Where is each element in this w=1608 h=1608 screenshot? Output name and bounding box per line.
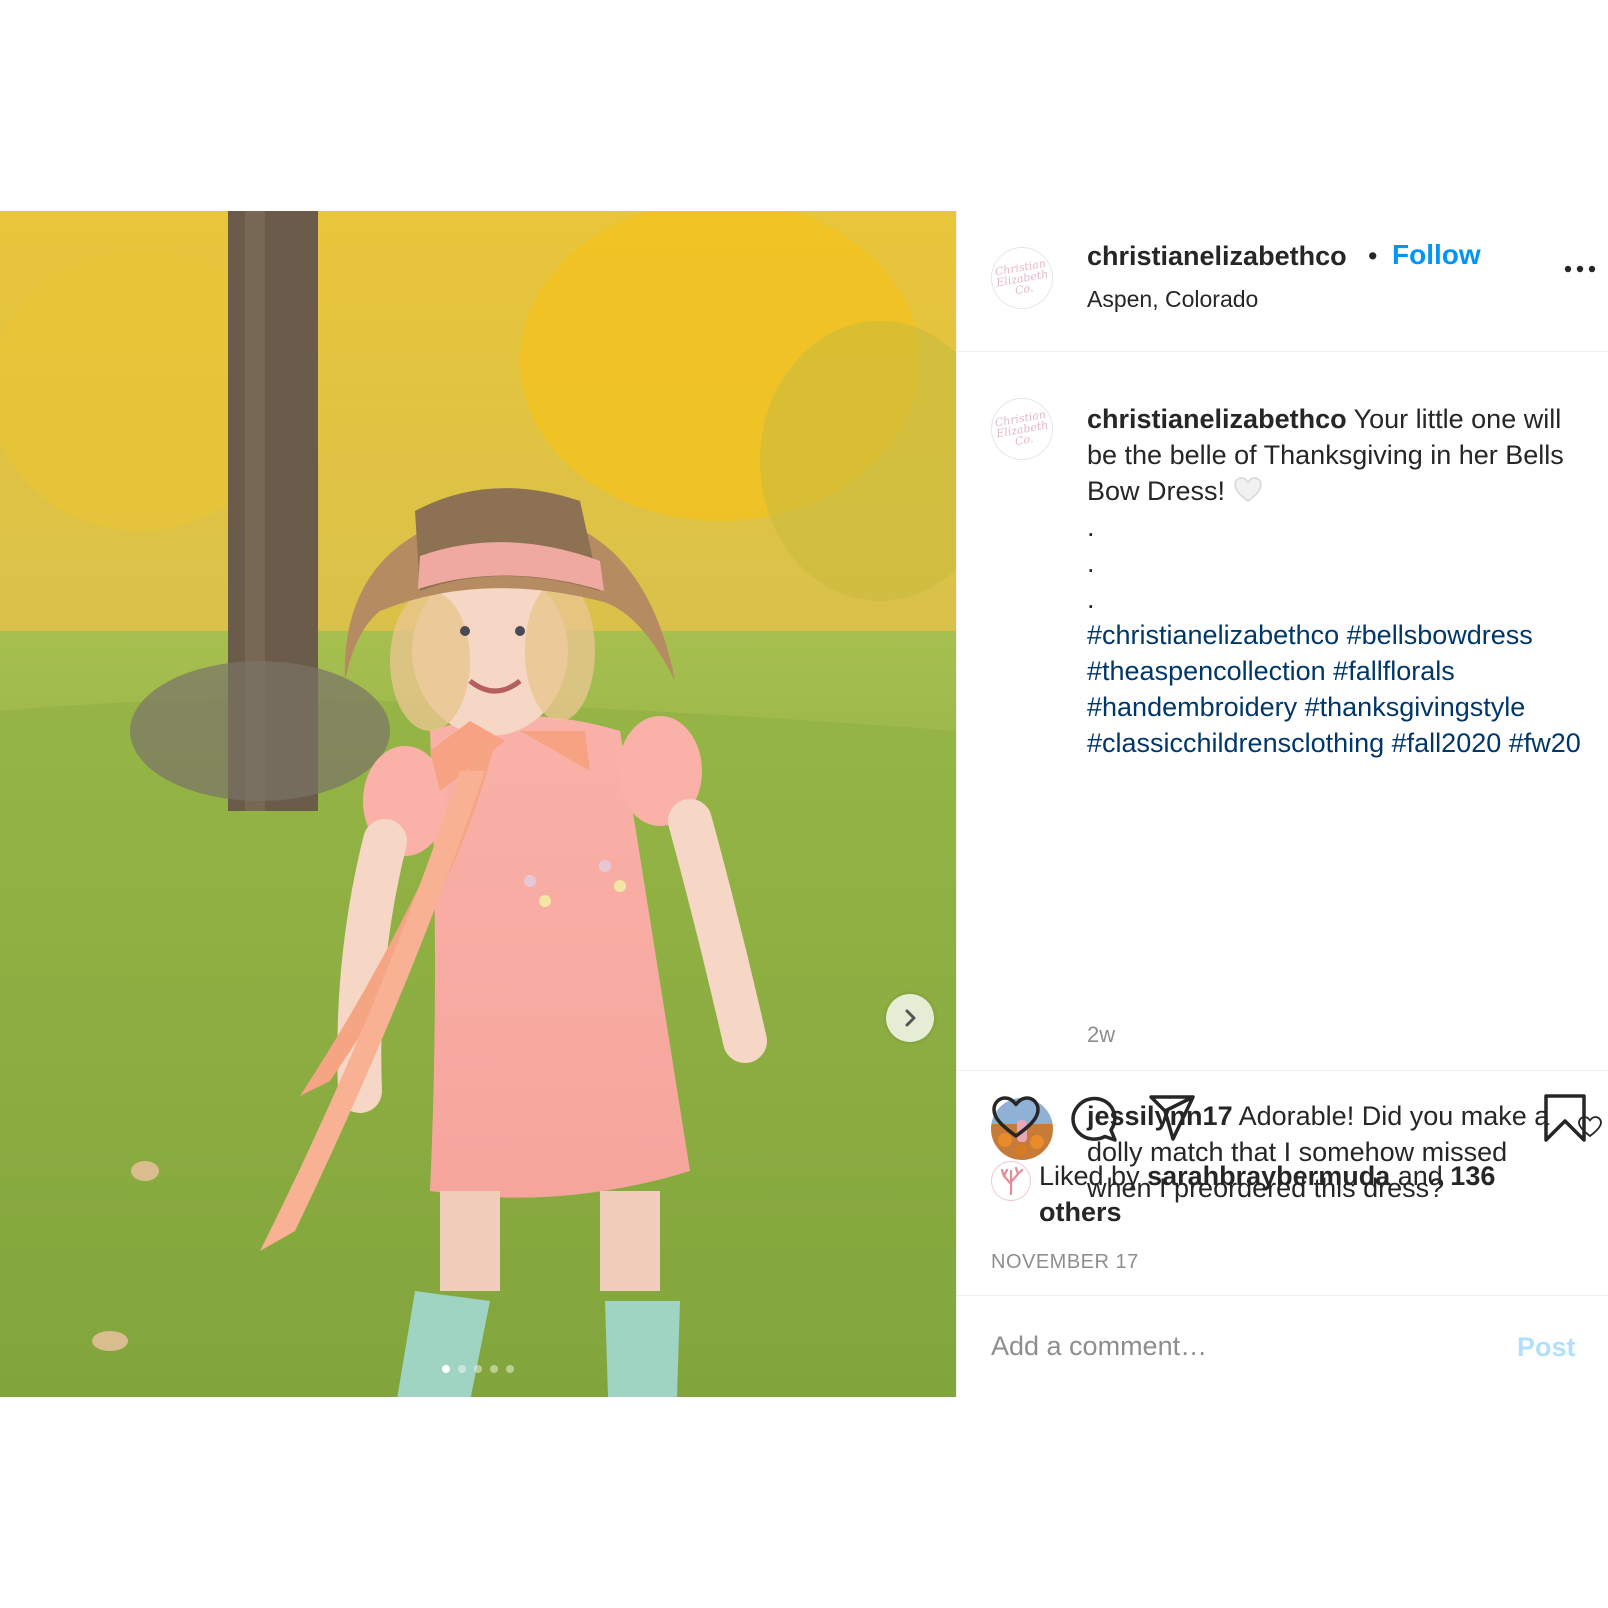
avatar-logo: Christian Elizabeth Co.	[993, 407, 1050, 450]
avatar-logo-line: Co.	[1013, 431, 1035, 448]
instagram-post: Christian Elizabeth Co. christianelizabe…	[0, 211, 1608, 1397]
likes-prefix: Liked by	[1039, 1161, 1140, 1191]
heart-icon[interactable]	[991, 1093, 1041, 1143]
post-comment-button[interactable]: Post	[1517, 1332, 1576, 1363]
carousel-dot	[506, 1365, 514, 1373]
header-username[interactable]: christianelizabethco	[1087, 241, 1347, 272]
carousel-dot	[458, 1365, 466, 1373]
caption-avatar[interactable]: Christian Elizabeth Co.	[991, 398, 1053, 460]
follow-button[interactable]: Follow	[1392, 239, 1481, 271]
comment-icon[interactable]	[1069, 1093, 1119, 1143]
caption-age: 2w	[1087, 1022, 1116, 1047]
carousel-indicator	[0, 1365, 956, 1373]
carousel-dot	[442, 1365, 450, 1373]
post-date[interactable]: NOVEMBER 17	[991, 1251, 1139, 1274]
post-side-panel: Christian Elizabeth Co. christianelizabe…	[956, 211, 1608, 1397]
caption-dot: .	[1087, 512, 1095, 542]
carousel-dot	[474, 1365, 482, 1373]
post-caption: christianelizabethco Your little one wil…	[1087, 401, 1597, 761]
carousel-dot	[490, 1365, 498, 1373]
avatar-logo-line: Co.	[1013, 280, 1035, 297]
add-comment-input[interactable]	[991, 1326, 1491, 1366]
chevron-right-icon	[905, 1009, 916, 1027]
caption-username[interactable]: christianelizabethco	[1087, 404, 1347, 434]
add-comment-bar: Post	[957, 1295, 1608, 1398]
post-photo	[0, 211, 956, 1397]
paper-plane-icon[interactable]	[1147, 1093, 1197, 1143]
white-heart-icon	[1233, 477, 1262, 502]
likes-first-user[interactable]: sarahbraybermuda	[1147, 1161, 1390, 1191]
post-media	[0, 211, 956, 1397]
caption-dot: .	[1087, 584, 1095, 614]
bookmark-icon[interactable]	[1540, 1093, 1590, 1143]
caption-hashtags[interactable]: #christianelizabethco #bellsbowdress #th…	[1087, 617, 1597, 761]
actions-divider	[957, 1070, 1608, 1072]
post-header: Christian Elizabeth Co. christianelizabe…	[957, 211, 1608, 352]
liker-avatar[interactable]	[991, 1161, 1031, 1201]
avatar-logo: Christian Elizabeth Co.	[993, 256, 1050, 299]
caption-dot: .	[1087, 548, 1095, 578]
location-link[interactable]: Aspen, Colorado	[1087, 286, 1258, 313]
coral-logo	[1000, 1166, 1024, 1196]
more-options-icon[interactable]	[1560, 257, 1600, 281]
avatar[interactable]: Christian Elizabeth Co.	[991, 247, 1053, 309]
likes-summary: Liked by sarahbraybermuda and 136 others	[1039, 1158, 1519, 1230]
likes-conjunction: and	[1397, 1161, 1443, 1191]
carousel-next-button[interactable]	[886, 994, 934, 1042]
header-separator: •	[1368, 241, 1378, 271]
